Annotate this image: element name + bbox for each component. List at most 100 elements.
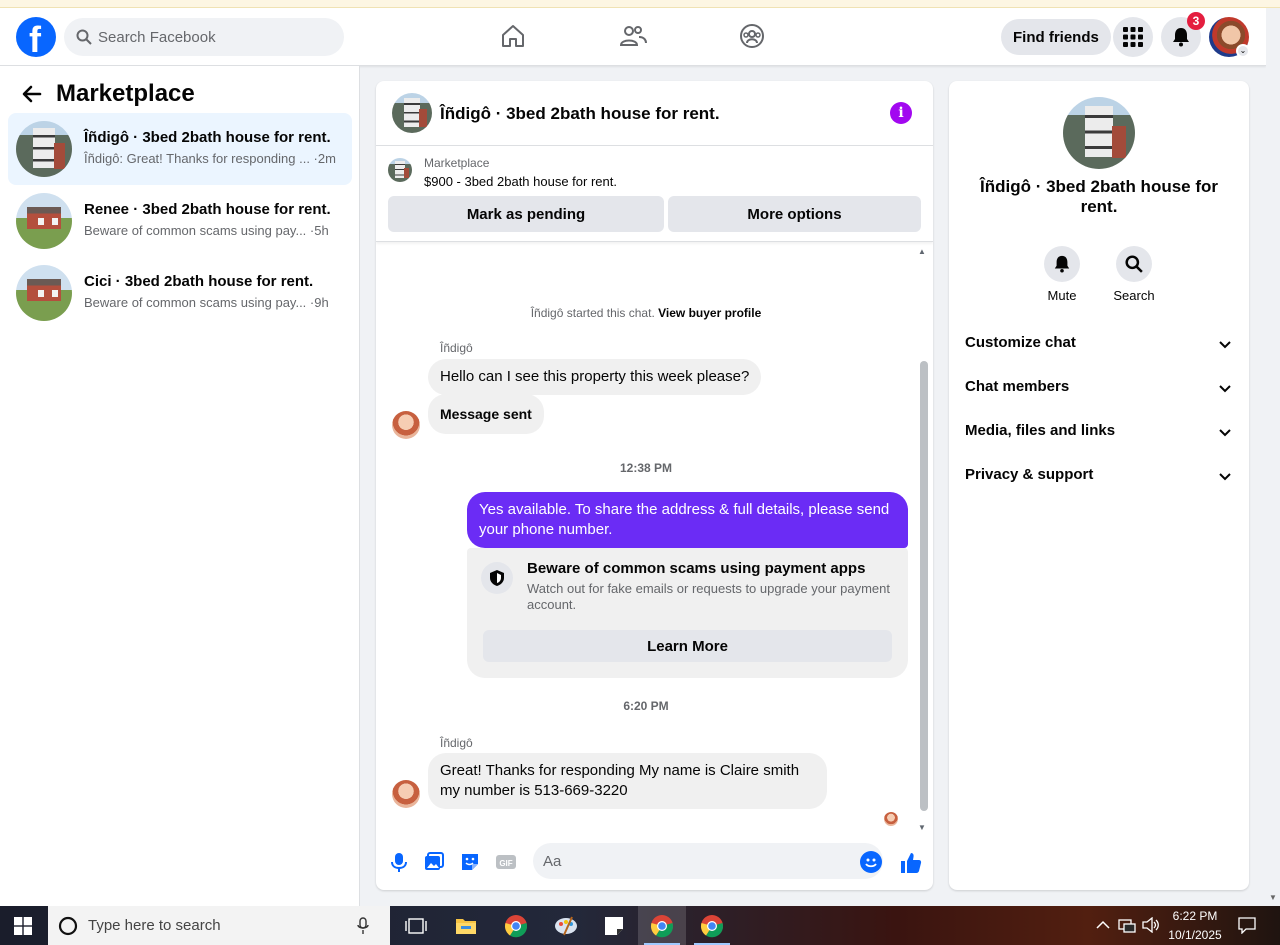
sender-name: Îñdigô — [440, 736, 473, 750]
more-options-button[interactable]: More options — [668, 196, 921, 232]
info-icon[interactable]: i — [890, 102, 912, 124]
thumbs-up-icon[interactable] — [899, 851, 923, 875]
seen-indicator-avatar — [884, 812, 898, 826]
facebook-logo[interactable]: f — [16, 17, 56, 60]
chevron-up-icon[interactable] — [1096, 919, 1110, 931]
action-center-icon[interactable] — [1238, 917, 1256, 934]
listing-price[interactable]: $900 - 3bed 2bath house for rent. — [424, 174, 617, 189]
clock-date[interactable]: 10/1/2025 — [1166, 928, 1224, 942]
message-bubble[interactable]: Message sent — [428, 394, 544, 434]
search-input[interactable] — [98, 28, 318, 46]
sticker-icon[interactable] — [459, 851, 481, 873]
message-input[interactable] — [533, 843, 883, 879]
scam-warning-description: Watch out for fake emails or requests to… — [527, 581, 890, 612]
scroll-up-icon[interactable]: ▲ — [918, 247, 926, 256]
listing-thumbnail — [16, 121, 72, 177]
clock-time[interactable]: 6:22 PM — [1166, 909, 1224, 923]
folder-icon — [456, 918, 476, 934]
chat-title[interactable]: Îñdigô · 3bed 2bath house for rent. — [440, 104, 720, 124]
friends-icon[interactable] — [619, 22, 647, 50]
row-label: Privacy & support — [965, 466, 1094, 483]
chat-members-row[interactable]: Chat members — [965, 378, 1233, 402]
chrome-active-window[interactable] — [638, 906, 686, 945]
chevron-down-icon — [1219, 341, 1231, 349]
search-label: Search — [1113, 288, 1155, 303]
microphone-icon[interactable] — [356, 916, 370, 935]
chevron-down-icon — [1219, 473, 1231, 481]
listing-thumbnail — [16, 193, 72, 249]
windows-start-icon[interactable] — [14, 917, 32, 935]
svg-text:GIF: GIF — [499, 859, 512, 868]
task-view-icon — [405, 917, 427, 934]
volume-icon[interactable] — [1142, 917, 1160, 933]
chevron-down-icon — [1219, 429, 1231, 437]
sender-avatar[interactable] — [392, 780, 420, 808]
conversation-title: Îñdigô · 3bed 2bath house for rent. — [84, 129, 331, 146]
mute-button[interactable]: Mute — [1032, 246, 1092, 303]
back-arrow-icon[interactable] — [20, 82, 44, 106]
conversation-title: Cici · 3bed 2bath house for rent. — [84, 273, 314, 290]
sender-avatar[interactable] — [392, 411, 420, 439]
message-bubble[interactable]: Hello can I see this property this week … — [428, 359, 762, 395]
listing-thumbnail — [16, 265, 72, 321]
palette-icon — [555, 916, 577, 935]
mark-as-pending-button[interactable]: Mark as pending — [388, 196, 664, 232]
info-panel-title: Îñdigô · 3bed 2bath house for rent. — [980, 177, 1218, 216]
search-in-chat-button[interactable]: Search — [1104, 246, 1164, 303]
network-icon[interactable] — [1118, 918, 1136, 934]
row-label: Media, files and links — [965, 422, 1116, 439]
scam-warning-title: Beware of common scams using payment app… — [527, 560, 866, 577]
scroll-thumb[interactable] — [920, 361, 928, 811]
privacy-support-row[interactable]: Privacy & support — [965, 466, 1233, 490]
find-friends-button[interactable]: Find friends — [1001, 19, 1111, 55]
chat-thumbnail[interactable] — [392, 93, 432, 133]
message-bubble[interactable]: Great! Thanks for responding My name is … — [428, 753, 827, 809]
chat-scrollbar[interactable]: ▲ ▼ — [918, 247, 928, 832]
chat-started-text: Îñdigô started this chat. — [530, 306, 655, 320]
paint-app-button[interactable] — [542, 906, 590, 945]
file-explorer-button[interactable] — [442, 906, 490, 945]
task-view-button[interactable] — [392, 906, 440, 945]
gif-icon[interactable]: GIF — [495, 851, 517, 873]
media-files-links-row[interactable]: Media, files and links — [965, 422, 1233, 446]
sticky-note-icon — [605, 916, 623, 935]
chrome-second-window[interactable] — [688, 906, 736, 945]
taskbar-search-input[interactable] — [88, 917, 348, 934]
menu-button[interactable] — [1113, 17, 1153, 57]
photo-icon[interactable] — [423, 851, 445, 873]
conversation-item[interactable]: Îñdigô · 3bed 2bath house for rent. Îñdi… — [8, 113, 352, 185]
listing-thumbnail[interactable] — [388, 158, 412, 182]
timestamp: 12:38 PM — [619, 461, 673, 475]
chrome-icon — [700, 914, 724, 937]
search-bar[interactable] — [64, 18, 344, 56]
timestamp: 6:20 PM — [623, 699, 669, 713]
taskbar-search[interactable] — [48, 906, 390, 945]
mute-label: Mute — [1047, 288, 1077, 303]
chrome-profile-button[interactable] — [492, 906, 540, 945]
listing-thumbnail[interactable] — [1063, 97, 1135, 169]
customize-chat-row[interactable]: Customize chat — [965, 334, 1233, 358]
row-label: Chat members — [965, 378, 1070, 395]
view-buyer-profile-link[interactable]: View buyer profile — [658, 306, 761, 320]
conversation-preview: Îñdigô: Great! Thanks for responding ...… — [84, 151, 336, 166]
groups-icon[interactable] — [738, 22, 766, 50]
page-scrollbar[interactable]: ▼ — [1266, 8, 1280, 906]
microphone-icon[interactable] — [388, 851, 410, 873]
search-icon — [76, 29, 92, 45]
conversation-item[interactable]: Cici · 3bed 2bath house for rent. Beware… — [8, 257, 352, 329]
sticky-notes-button[interactable] — [590, 906, 638, 945]
emoji-icon[interactable] — [860, 851, 882, 873]
message-composer: GIF — [376, 838, 933, 890]
conversation-preview: Beware of common scams using pay... ·9h — [84, 295, 329, 310]
my-message-bubble[interactable]: Yes available. To share the address & fu… — [467, 492, 908, 548]
windows-taskbar: 6:22 PM 10/1/2025 — [0, 906, 1280, 945]
learn-more-button[interactable]: Learn More — [483, 630, 892, 662]
listing-label: Marketplace — [424, 156, 490, 170]
scroll-down-icon[interactable]: ▼ — [918, 823, 926, 832]
home-icon[interactable] — [499, 22, 527, 50]
browser-notice-strip — [0, 0, 1280, 8]
chevron-down-icon[interactable]: ⌄ — [1236, 44, 1250, 58]
notification-badge: 3 — [1187, 12, 1205, 30]
conversation-item[interactable]: Renee · 3bed 2bath house for rent. Bewar… — [8, 185, 352, 257]
shield-icon — [481, 562, 513, 594]
